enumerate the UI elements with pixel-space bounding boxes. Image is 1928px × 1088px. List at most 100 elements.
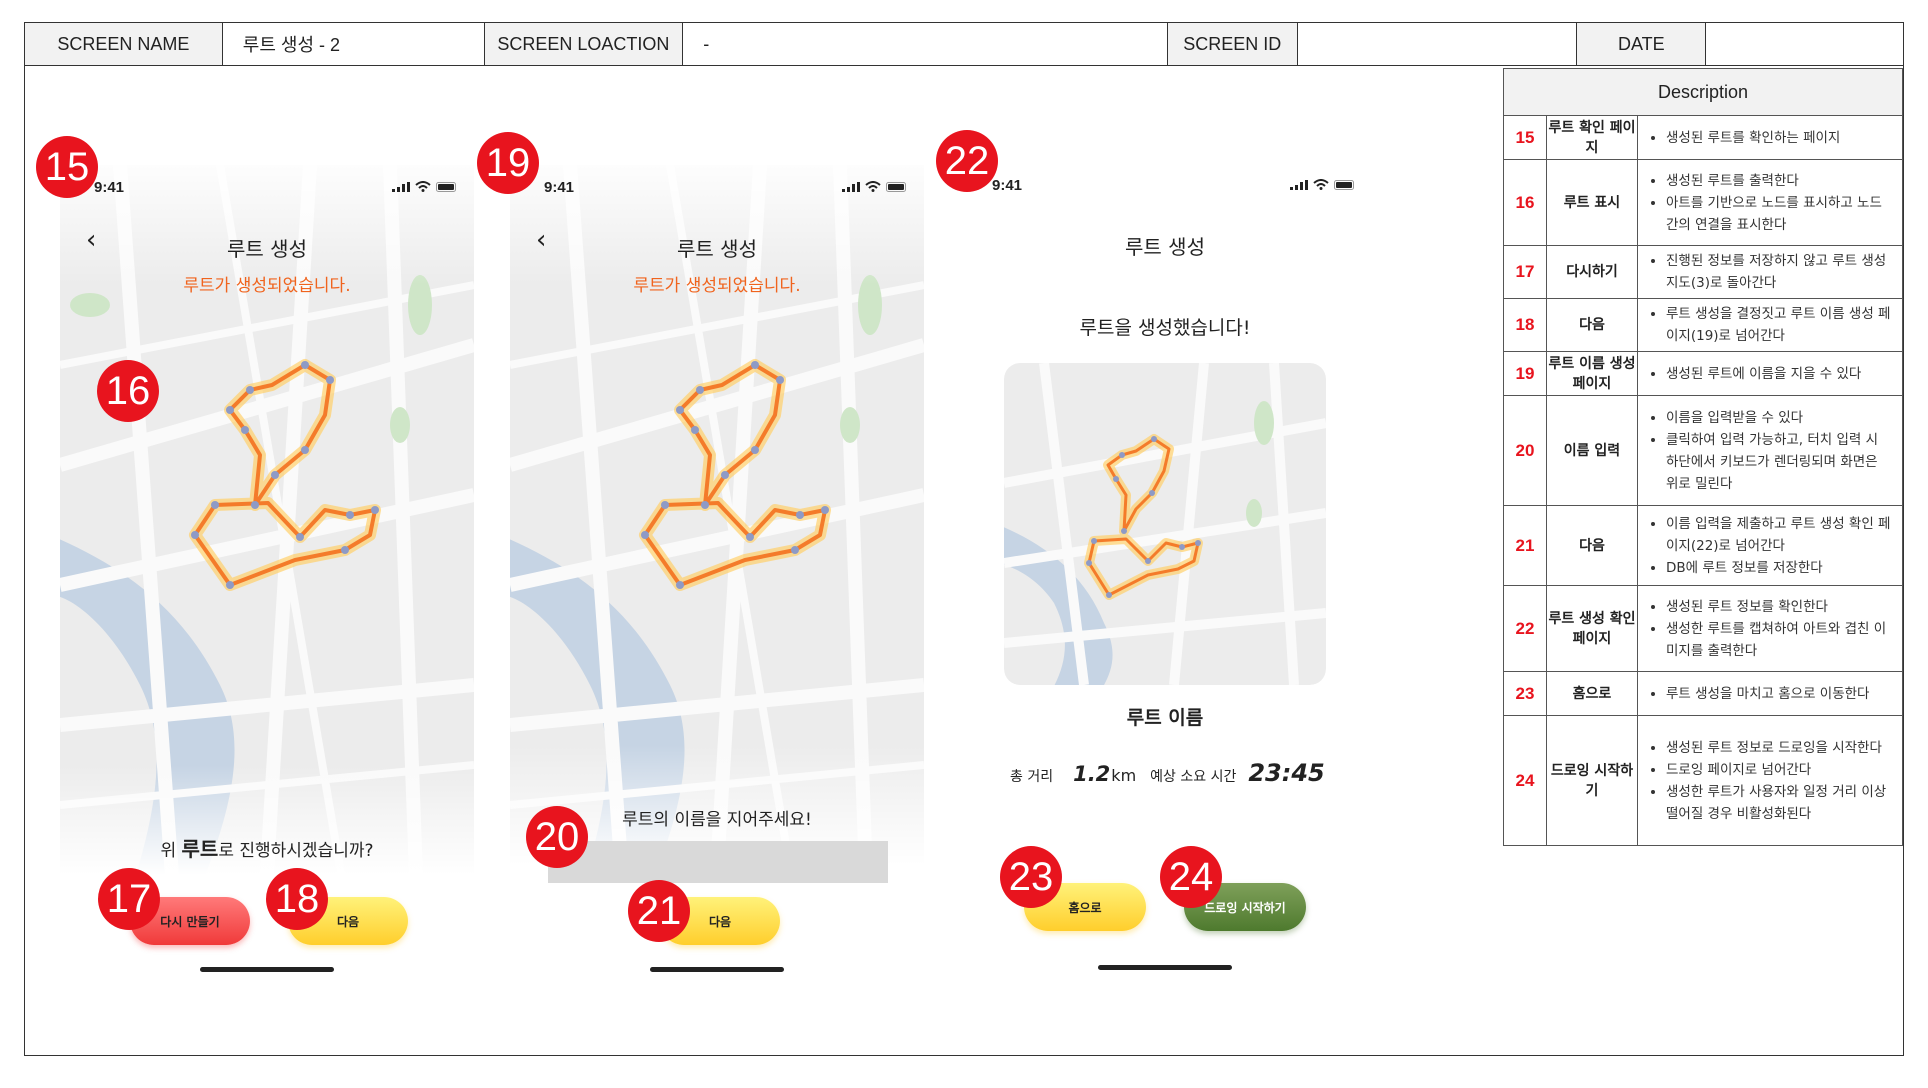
distance-unit: km (1111, 766, 1137, 785)
distance-value: 1.2 (1073, 762, 1111, 786)
signal-icon (392, 181, 410, 192)
description-item: 클릭하여 입력 가능하고, 터치 입력 시 하단에서 키보드가 렌더링되며 화면… (1666, 429, 1894, 495)
description-item: 생성된 루트를 출력한다 (1666, 170, 1894, 192)
status-time: 9:41 (992, 177, 1023, 194)
description-row-number: 20 (1503, 395, 1547, 506)
badge-20: 20 (526, 806, 588, 868)
status-time: 9:41 (94, 179, 125, 196)
time-value: 23:45 (1248, 759, 1325, 787)
home-indicator (1098, 965, 1232, 970)
route-name-input[interactable] (548, 841, 888, 883)
description-row-text: 생성된 루트 정보로 드로잉을 시작한다드로잉 페이지로 넘어간다생성한 루트가… (1637, 715, 1903, 846)
description-item: 생성된 루트 정보를 확인한다 (1666, 596, 1894, 618)
question-text-post: 로 진행하시겠습니까? (218, 841, 374, 861)
status-time: 9:41 (544, 179, 575, 196)
description-row-number: 16 (1503, 159, 1547, 246)
description-item: 이름을 입력받을 수 있다 (1666, 407, 1894, 429)
status-icons (842, 181, 908, 192)
battery-icon (886, 181, 906, 192)
description-table: Description 15루트 확인 페이지생성된 루트를 확인하는 페이지1… (1503, 68, 1903, 846)
description-row-name: 다시하기 (1546, 245, 1638, 299)
signal-icon (842, 181, 860, 192)
badge-16: 16 (97, 360, 159, 422)
description-item: 아트를 기반으로 노드를 표시하고 노드간의 연결을 표시한다 (1666, 192, 1894, 236)
description-row-text: 이름 입력을 제출하고 루트 생성 확인 페이지(22)로 넘어간다DB에 루트… (1637, 505, 1903, 586)
description-row-text: 이름을 입력받을 수 있다클릭하여 입력 가능하고, 터치 입력 시 하단에서 … (1637, 395, 1903, 506)
wifi-icon (865, 181, 881, 192)
badge-18: 18 (266, 868, 328, 930)
description-row: 17다시하기 진행된 정보를 저장하지 않고 루트 생성 지도(3)로 돌아간다 (1503, 245, 1903, 299)
screen-title: 루트 생성 (1125, 235, 1205, 259)
route-capture-image (1004, 363, 1326, 685)
battery-icon (436, 181, 456, 192)
battery-icon (1334, 179, 1354, 190)
description-row-text: 생성된 루트를 확인하는 페이지 (1637, 115, 1903, 160)
description-row-name: 루트 생성 확인 페이지 (1546, 585, 1638, 672)
confirm-question: 위 루트로 진행하시겠습니까? (60, 833, 474, 862)
description-title: Description (1503, 68, 1903, 116)
description-row-name: 루트 표시 (1546, 159, 1638, 246)
date-label: DATE (1577, 23, 1707, 65)
description-row-number: 17 (1503, 245, 1547, 299)
badge-17: 17 (98, 868, 160, 930)
description-item: 루트 생성을 마치고 홈으로 이동한다 (1666, 683, 1894, 705)
description-row: 23홈으로 루트 생성을 마치고 홈으로 이동한다 (1503, 671, 1903, 716)
badge-22: 22 (936, 130, 998, 192)
description-row-name: 다음 (1546, 298, 1638, 352)
description-row-number: 23 (1503, 671, 1547, 716)
description-row-number: 21 (1503, 505, 1547, 586)
description-row-text: 생성된 루트를 출력한다아트를 기반으로 노드를 표시하고 노드간의 연결을 표… (1637, 159, 1903, 246)
badge-19: 19 (477, 132, 539, 194)
description-item: 생성한 루트를 캡쳐하여 아트와 겹친 이미지를 출력한다 (1666, 618, 1894, 662)
description-row-name: 홈으로 (1546, 671, 1638, 716)
wifi-icon (415, 181, 431, 192)
date-value (1706, 23, 1903, 65)
description-item: 진행된 정보를 저장하지 않고 루트 생성 지도(3)로 돌아간다 (1666, 250, 1894, 294)
description-row: 20이름 입력이름을 입력받을 수 있다클릭하여 입력 가능하고, 터치 입력 … (1503, 395, 1903, 506)
description-row-number: 22 (1503, 585, 1547, 672)
screen-title: 루트 생성 (677, 237, 757, 261)
screen-title: 루트 생성 (227, 237, 307, 261)
description-item: 생성한 루트가 사용자와 일정 거리 이상 떨어질 경우 비활성화된다 (1666, 781, 1894, 825)
signal-icon (1290, 179, 1308, 190)
wifi-icon (1313, 179, 1329, 190)
badge-23: 23 (1000, 846, 1062, 908)
description-row-text: 루트 생성을 결정짓고 루트 이름 생성 페이지(19)로 넘어간다 (1637, 298, 1903, 352)
description-item: 루트 생성을 결정짓고 루트 이름 생성 페이지(19)로 넘어간다 (1666, 303, 1894, 347)
screen-name-value: 루트 생성 - 2 (223, 23, 485, 65)
screen-id-label: SCREEN ID (1167, 23, 1298, 65)
description-item: 생성된 루트에 이름을 지을 수 있다 (1666, 363, 1894, 385)
status-icons (392, 181, 458, 192)
description-item: DB에 루트 정보를 저장한다 (1666, 557, 1894, 579)
description-row-text: 루트 생성을 마치고 홈으로 이동한다 (1637, 671, 1903, 716)
spec-header: SCREEN NAME 루트 생성 - 2 SCREEN LOACTION - … (24, 22, 1904, 66)
description-row: 24드로잉 시작하기생성된 루트 정보로 드로잉을 시작한다드로잉 페이지로 넘… (1503, 715, 1903, 846)
route-created-message: 루트가 생성되었습니다. (183, 276, 351, 296)
home-indicator (200, 967, 334, 972)
route-name: 루트 이름 (1126, 707, 1204, 729)
description-row: 22루트 생성 확인 페이지생성된 루트 정보를 확인한다생성한 루트를 캡쳐하… (1503, 585, 1903, 672)
description-row: 21다음이름 입력을 제출하고 루트 생성 확인 페이지(22)로 넘어간다DB… (1503, 505, 1903, 586)
route-done-message: 루트을 생성했습니다! (1079, 317, 1251, 339)
description-row-number: 24 (1503, 715, 1547, 846)
description-row-number: 18 (1503, 298, 1547, 352)
description-row-name: 이름 입력 (1546, 395, 1638, 506)
description-item: 생성된 루트 정보로 드로잉을 시작한다 (1666, 737, 1894, 759)
route-stats: 총 거리 1.2 km 예상 소요 시간 23:45 (1010, 759, 1330, 787)
description-row-text: 생성된 루트 정보를 확인한다생성한 루트를 캡쳐하여 아트와 겹친 이미지를 … (1637, 585, 1903, 672)
badge-21: 21 (628, 880, 690, 942)
description-row-number: 15 (1503, 115, 1547, 160)
time-label: 예상 소요 시간 (1150, 769, 1237, 785)
badge-15: 15 (36, 136, 98, 198)
status-icons (1290, 179, 1356, 190)
phone-route-confirm: 9:41 ‹ 루트 생성 루트가 생성되었습니다. 위 루트로 진행하시겠습니까… (60, 165, 474, 985)
route-created-message: 루트가 생성되었습니다. (633, 276, 801, 296)
question-text-bold: 루트 (181, 837, 219, 861)
description-row: 16루트 표시생성된 루트를 출력한다아트를 기반으로 노드를 표시하고 노드간… (1503, 159, 1903, 246)
screen-name-label: SCREEN NAME (25, 23, 223, 65)
description-row-name: 루트 이름 생성 페이지 (1546, 351, 1638, 396)
description-row-name: 다음 (1546, 505, 1638, 586)
description-row-text: 진행된 정보를 저장하지 않고 루트 생성 지도(3)로 돌아간다 (1637, 245, 1903, 299)
screen-location-value: - (683, 23, 1168, 65)
description-item: 이름 입력을 제출하고 루트 생성 확인 페이지(22)로 넘어간다 (1666, 513, 1894, 557)
